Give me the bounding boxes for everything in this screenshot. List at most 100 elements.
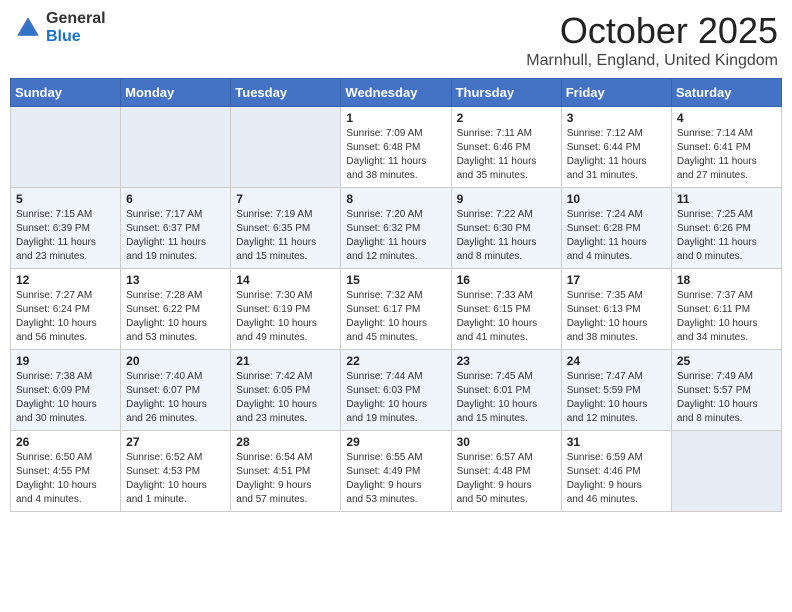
calendar-cell: 18Sunrise: 7:37 AM Sunset: 6:11 PM Dayli… — [671, 269, 781, 350]
calendar-cell: 6 Sunrise: 7:17 AM Sunset: 6:37 PM Daylig… — [121, 188, 231, 269]
page-header: General Blue October 2025 Marnhull, Engl… — [10, 10, 782, 70]
calendar-cell: 30Sunrise: 6:57 AM Sunset: 4:48 PM Dayli… — [451, 431, 561, 512]
day-number: 28 — [236, 435, 335, 449]
weekday-header-saturday: Saturday — [671, 79, 781, 107]
day-content: Sunrise: 7:40 AM Sunset: 6:07 PM Dayligh… — [126, 370, 225, 426]
day-content: Sunrise: 7:42 AM Sunset: 6:05 PM Dayligh… — [236, 370, 335, 426]
day-content: Sunrise: 7:17 AM Sunset: 6:37 PM Dayligh… — [126, 208, 225, 264]
calendar-cell — [11, 107, 121, 188]
calendar-cell — [121, 107, 231, 188]
calendar-cell: 5 Sunrise: 7:15 AM Sunset: 6:39 PM Daylig… — [11, 188, 121, 269]
weekday-header-tuesday: Tuesday — [231, 79, 341, 107]
day-number: 21 — [236, 354, 335, 368]
calendar-cell: 22 Sunrise: 7:44 AM Sunset: 6:03 PM Dayli… — [341, 350, 451, 431]
day-content: Sunrise: 7:37 AM Sunset: 6:11 PM Dayligh… — [677, 289, 776, 345]
calendar-cell: 31 Sunrise: 6:59 AM Sunset: 4:46 PM Dayli… — [561, 431, 671, 512]
day-content: Sunrise: 7:11 AM Sunset: 6:46 PM Dayligh… — [457, 127, 556, 183]
day-content: Sunrise: 7:44 AM Sunset: 6:03 PM Dayligh… — [346, 370, 445, 426]
day-number: 7 — [236, 192, 335, 206]
day-content: Sunrise: 7:12 AM Sunset: 6:44 PM Dayligh… — [567, 127, 666, 183]
day-number: 3 — [567, 111, 666, 125]
day-number: 12 — [16, 273, 115, 287]
weekday-header-row: SundayMondayTuesdayWednesdayThursdayFrid… — [11, 79, 782, 107]
day-content: Sunrise: 6:55 AM Sunset: 4:49 PM Dayligh… — [346, 451, 445, 507]
week-row-1: 1 Sunrise: 7:09 AM Sunset: 6:48 PM Daylig… — [11, 107, 782, 188]
day-number: 16 — [457, 273, 556, 287]
day-number: 13 — [126, 273, 225, 287]
day-content: Sunrise: 7:22 AM Sunset: 6:30 PM Dayligh… — [457, 208, 556, 264]
day-content: Sunrise: 7:28 AM Sunset: 6:22 PM Dayligh… — [126, 289, 225, 345]
location: Marnhull, England, United Kingdom — [526, 52, 778, 70]
calendar-cell: 24 Sunrise: 7:47 AM Sunset: 5:59 PM Dayli… — [561, 350, 671, 431]
calendar-cell: 14Sunrise: 7:30 AM Sunset: 6:19 PM Dayli… — [231, 269, 341, 350]
week-row-4: 19Sunrise: 7:38 AM Sunset: 6:09 PM Dayli… — [11, 350, 782, 431]
calendar-cell: 13 Sunrise: 7:28 AM Sunset: 6:22 PM Dayli… — [121, 269, 231, 350]
day-number: 14 — [236, 273, 335, 287]
calendar-cell: 28Sunrise: 6:54 AM Sunset: 4:51 PM Dayli… — [231, 431, 341, 512]
day-number: 10 — [567, 192, 666, 206]
day-number: 15 — [346, 273, 445, 287]
logo-blue: Blue — [46, 28, 106, 46]
calendar-cell: 16Sunrise: 7:33 AM Sunset: 6:15 PM Dayli… — [451, 269, 561, 350]
day-number: 5 — [16, 192, 115, 206]
day-content: Sunrise: 6:50 AM Sunset: 4:55 PM Dayligh… — [16, 451, 115, 507]
day-number: 23 — [457, 354, 556, 368]
day-content: Sunrise: 6:52 AM Sunset: 4:53 PM Dayligh… — [126, 451, 225, 507]
day-number: 1 — [346, 111, 445, 125]
day-number: 22 — [346, 354, 445, 368]
calendar-cell: 27 Sunrise: 6:52 AM Sunset: 4:53 PM Dayli… — [121, 431, 231, 512]
day-content: Sunrise: 7:47 AM Sunset: 5:59 PM Dayligh… — [567, 370, 666, 426]
weekday-header-wednesday: Wednesday — [341, 79, 451, 107]
calendar-cell: 29 Sunrise: 6:55 AM Sunset: 4:49 PM Dayli… — [341, 431, 451, 512]
day-content: Sunrise: 7:24 AM Sunset: 6:28 PM Dayligh… — [567, 208, 666, 264]
day-content: Sunrise: 7:38 AM Sunset: 6:09 PM Dayligh… — [16, 370, 115, 426]
calendar-table: SundayMondayTuesdayWednesdayThursdayFrid… — [10, 78, 782, 512]
calendar-cell: 7 Sunrise: 7:19 AM Sunset: 6:35 PM Daylig… — [231, 188, 341, 269]
day-number: 17 — [567, 273, 666, 287]
calendar-cell: 8 Sunrise: 7:20 AM Sunset: 6:32 PM Daylig… — [341, 188, 451, 269]
day-number: 9 — [457, 192, 556, 206]
calendar-cell: 17 Sunrise: 7:35 AM Sunset: 6:13 PM Dayli… — [561, 269, 671, 350]
logo-text: General Blue — [46, 10, 106, 45]
logo-icon — [14, 14, 42, 42]
day-content: Sunrise: 7:14 AM Sunset: 6:41 PM Dayligh… — [677, 127, 776, 183]
day-number: 6 — [126, 192, 225, 206]
week-row-5: 26 Sunrise: 6:50 AM Sunset: 4:55 PM Dayli… — [11, 431, 782, 512]
month-title: October 2025 — [526, 10, 778, 52]
day-content: Sunrise: 7:19 AM Sunset: 6:35 PM Dayligh… — [236, 208, 335, 264]
calendar-cell: 11 Sunrise: 7:25 AM Sunset: 6:26 PM Dayli… — [671, 188, 781, 269]
day-content: Sunrise: 6:59 AM Sunset: 4:46 PM Dayligh… — [567, 451, 666, 507]
day-number: 8 — [346, 192, 445, 206]
calendar-cell: 15 Sunrise: 7:32 AM Sunset: 6:17 PM Dayli… — [341, 269, 451, 350]
day-content: Sunrise: 7:25 AM Sunset: 6:26 PM Dayligh… — [677, 208, 776, 264]
weekday-header-sunday: Sunday — [11, 79, 121, 107]
weekday-header-friday: Friday — [561, 79, 671, 107]
logo-general: General — [46, 10, 106, 28]
day-content: Sunrise: 7:49 AM Sunset: 5:57 PM Dayligh… — [677, 370, 776, 426]
calendar-cell: 9 Sunrise: 7:22 AM Sunset: 6:30 PM Daylig… — [451, 188, 561, 269]
day-number: 11 — [677, 192, 776, 206]
day-content: Sunrise: 7:45 AM Sunset: 6:01 PM Dayligh… — [457, 370, 556, 426]
day-number: 27 — [126, 435, 225, 449]
day-number: 24 — [567, 354, 666, 368]
calendar-cell: 20Sunrise: 7:40 AM Sunset: 6:07 PM Dayli… — [121, 350, 231, 431]
calendar-cell: 4 Sunrise: 7:14 AM Sunset: 6:41 PM Daylig… — [671, 107, 781, 188]
day-number: 26 — [16, 435, 115, 449]
calendar-cell — [231, 107, 341, 188]
weekday-header-monday: Monday — [121, 79, 231, 107]
day-number: 25 — [677, 354, 776, 368]
calendar-cell: 3 Sunrise: 7:12 AM Sunset: 6:44 PM Daylig… — [561, 107, 671, 188]
day-number: 4 — [677, 111, 776, 125]
day-content: Sunrise: 7:35 AM Sunset: 6:13 PM Dayligh… — [567, 289, 666, 345]
day-content: Sunrise: 7:15 AM Sunset: 6:39 PM Dayligh… — [16, 208, 115, 264]
logo: General Blue — [14, 10, 106, 45]
day-content: Sunrise: 7:09 AM Sunset: 6:48 PM Dayligh… — [346, 127, 445, 183]
calendar-cell: 26 Sunrise: 6:50 AM Sunset: 4:55 PM Dayli… — [11, 431, 121, 512]
calendar-cell: 2Sunrise: 7:11 AM Sunset: 6:46 PM Daylig… — [451, 107, 561, 188]
calendar-cell: 1 Sunrise: 7:09 AM Sunset: 6:48 PM Daylig… — [341, 107, 451, 188]
day-content: Sunrise: 7:20 AM Sunset: 6:32 PM Dayligh… — [346, 208, 445, 264]
day-number: 29 — [346, 435, 445, 449]
week-row-2: 5 Sunrise: 7:15 AM Sunset: 6:39 PM Daylig… — [11, 188, 782, 269]
day-number: 31 — [567, 435, 666, 449]
day-content: Sunrise: 7:32 AM Sunset: 6:17 PM Dayligh… — [346, 289, 445, 345]
